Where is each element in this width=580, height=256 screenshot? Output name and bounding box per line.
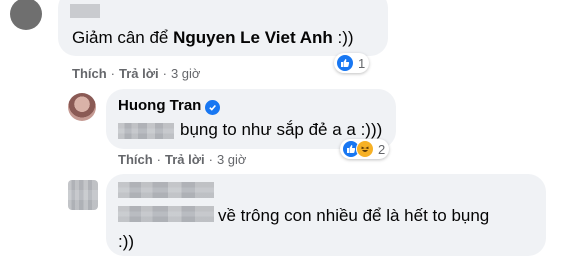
reaction-count: 2 — [378, 141, 386, 157]
avatar-huong-tran[interactable] — [68, 93, 96, 121]
mention-link[interactable]: Nguyen Le Viet Anh — [173, 28, 333, 47]
separator-dot: · — [162, 66, 167, 81]
comment-text-1: Giảm cân để Nguyen Le Viet Anh :)) — [72, 28, 354, 47]
comment-bubble-1: Giảm cân để Nguyen Le Viet Anh :)) — [58, 0, 388, 56]
reaction-summary-2[interactable]: 2 — [340, 139, 390, 159]
comment-actions-2: Thích · Trả lời · 3 giờ — [118, 152, 246, 167]
comment-text-2: bụng to như sắp đẻ a a :))) — [180, 120, 383, 139]
timestamp[interactable]: 3 giờ — [217, 152, 247, 167]
reaction-count: 1 — [358, 55, 366, 71]
comment-author[interactable]: Huong Tran — [118, 97, 221, 115]
reply-link[interactable]: Trả lời — [119, 66, 159, 81]
redacted-mention — [118, 123, 174, 139]
separator-dot: · — [156, 152, 162, 167]
comment-text-3-line2: :)) — [118, 232, 135, 251]
separator-dot: · — [110, 66, 116, 81]
comment-bubble-3: về trông con nhiều để là hết to bụng :)) — [106, 174, 546, 256]
avatar-commenter-3[interactable] — [68, 180, 98, 210]
avatar-commenter-1[interactable] — [10, 0, 42, 30]
like-link[interactable]: Thích — [118, 152, 153, 167]
redacted-author-name — [118, 182, 214, 198]
redacted-text — [118, 206, 214, 222]
like-reaction-icon — [336, 54, 354, 72]
haha-reaction-icon — [356, 140, 374, 158]
reply-link[interactable]: Trả lời — [165, 152, 205, 167]
like-link[interactable]: Thích — [72, 66, 107, 81]
comment-text-3-line1: về trông con nhiều để là hết to bụng — [218, 206, 490, 225]
reaction-summary-1[interactable]: 1 — [334, 53, 370, 73]
separator-dot: · — [208, 152, 213, 167]
redacted-author-name — [70, 4, 100, 18]
timestamp[interactable]: 3 giờ — [171, 66, 201, 81]
verified-badge-icon — [205, 100, 221, 115]
comment-actions-1: Thích · Trả lời · 3 giờ — [72, 66, 200, 81]
